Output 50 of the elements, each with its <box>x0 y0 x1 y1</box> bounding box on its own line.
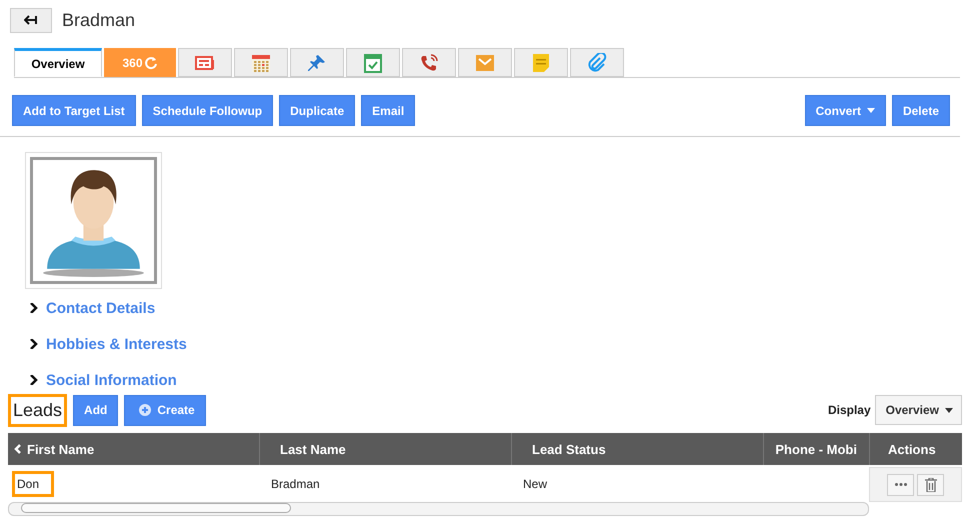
calendar-check-icon <box>363 52 383 72</box>
action-button[interactable]: Duplicate <box>279 95 356 126</box>
delete-button[interactable]: Delete <box>892 95 950 126</box>
calendar-icon <box>251 52 271 72</box>
table-cell-text: Bradman <box>270 477 320 491</box>
refresh-icon <box>144 56 158 70</box>
caret-icon <box>945 408 953 412</box>
column-header: Actions <box>887 442 936 456</box>
chevron-left-icon[interactable] <box>14 444 21 454</box>
trash-icon <box>924 478 936 492</box>
column-header[interactable]: Lead Status <box>532 442 606 456</box>
tab[interactable] <box>290 48 344 77</box>
convert-button[interactable]: Convert <box>804 95 886 126</box>
record-title: Bradman <box>62 10 136 30</box>
horizontal-scrollbar[interactable] <box>8 502 869 516</box>
sticky-note-icon <box>532 52 550 72</box>
tab[interactable]: 360 <box>104 48 176 77</box>
section-heading: Leads <box>8 394 68 426</box>
action-button[interactable]: Email <box>361 95 416 126</box>
more-icon <box>894 483 906 486</box>
delete-row-button[interactable] <box>917 474 944 496</box>
action-button[interactable]: Schedule Followup <box>142 95 274 126</box>
table-cell: Don <box>12 471 54 497</box>
back-arrow-icon <box>24 15 38 25</box>
table-cell-text: New <box>522 477 548 491</box>
section-toggle[interactable]: Contact Details <box>30 290 970 326</box>
phone-icon <box>419 52 439 72</box>
pushpin-icon <box>307 52 327 72</box>
column-header[interactable]: Last Name <box>280 442 346 456</box>
tab[interactable] <box>402 48 456 77</box>
tab[interactable] <box>346 48 400 77</box>
tab[interactable]: Overview <box>14 48 102 77</box>
newspaper-icon <box>195 54 215 70</box>
section-toggle[interactable]: Hobbies & Interests <box>30 326 970 362</box>
display-label: Display <box>828 403 871 417</box>
paperclip-icon <box>587 52 607 72</box>
column-header[interactable]: First Name <box>27 442 94 456</box>
tab[interactable] <box>178 48 232 77</box>
action-button[interactable]: Add to Target List <box>12 95 136 126</box>
add-button[interactable]: Add <box>73 394 118 426</box>
caret-icon <box>866 108 875 113</box>
column-header[interactable]: Phone - Mobi <box>775 442 857 456</box>
more-button[interactable] <box>887 474 914 496</box>
display-select[interactable]: Overview <box>874 395 962 425</box>
create-button[interactable]: Create <box>124 394 206 426</box>
tab[interactable] <box>570 48 624 77</box>
tab[interactable] <box>234 48 288 77</box>
envelope-icon <box>475 54 495 72</box>
back-button[interactable] <box>10 8 52 32</box>
plus-circle-icon <box>139 404 152 416</box>
